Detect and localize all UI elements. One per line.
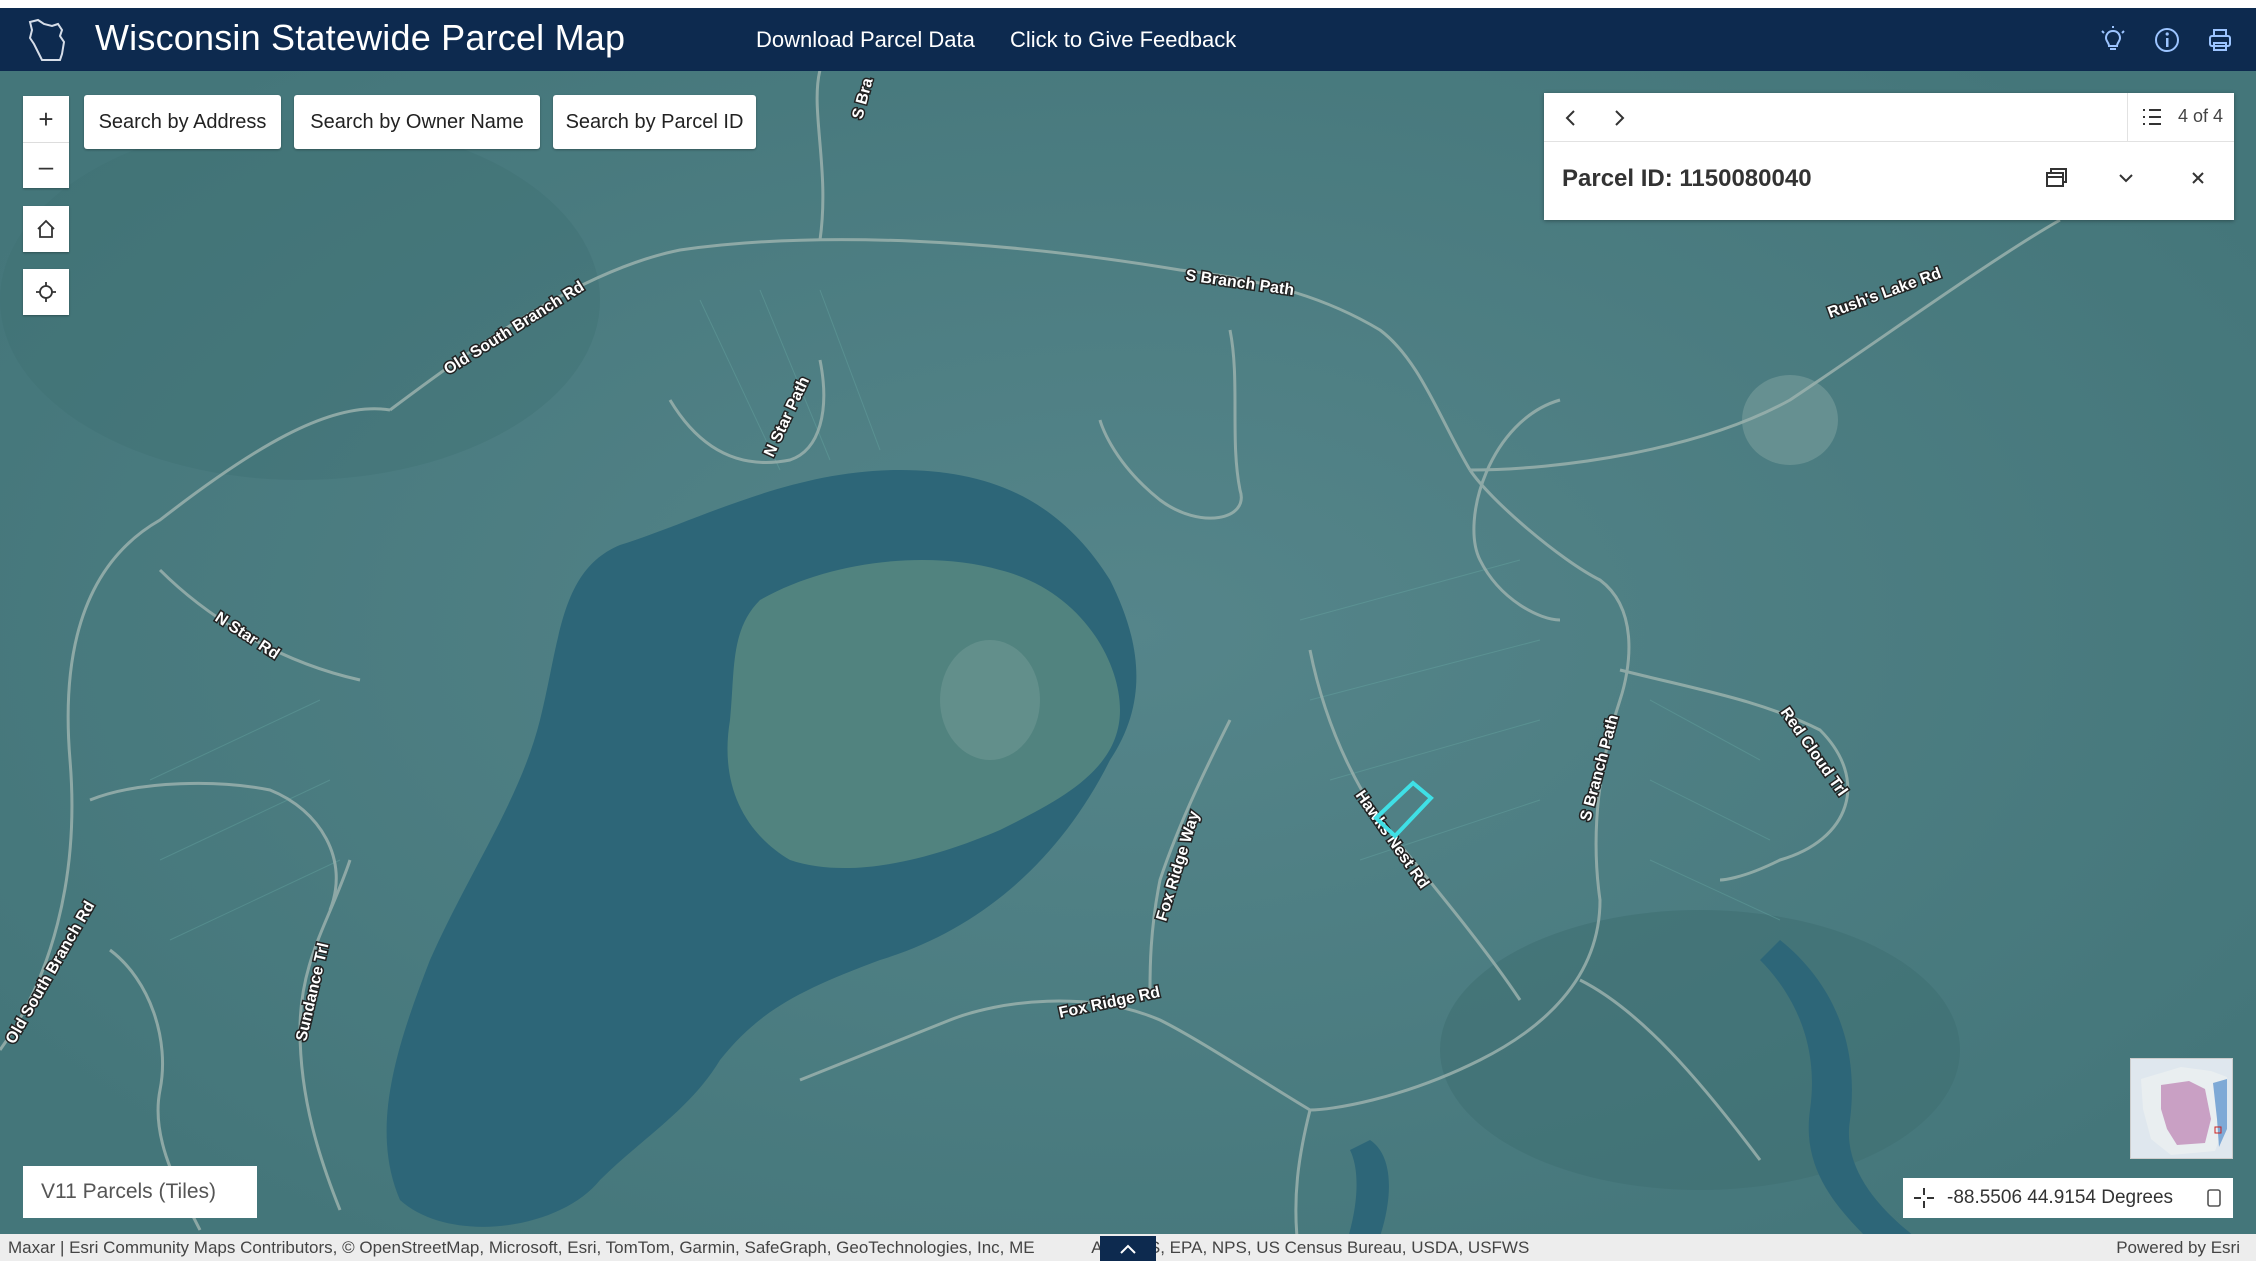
search-by-owner-name-button[interactable]: Search by Owner Name xyxy=(294,95,540,149)
search-by-address-button[interactable]: Search by Address xyxy=(84,95,281,149)
overview-map[interactable] xyxy=(2130,1058,2233,1159)
list-icon xyxy=(2143,109,2161,125)
map-canvas[interactable]: S Branch Path Old South Branch Rd N Star… xyxy=(0,71,2256,1234)
home-button[interactable] xyxy=(23,206,69,252)
powered-by-esri: Powered by Esri xyxy=(2116,1238,2240,1257)
map-view[interactable]: S Branch Path Old South Branch Rd N Star… xyxy=(0,71,2256,1234)
coordinate-text: -88.5506 44.9154 Degrees xyxy=(1947,1187,2174,1208)
print-icon[interactable] xyxy=(2205,25,2235,55)
overview-map-canvas xyxy=(2131,1059,2232,1158)
layer-legend[interactable]: V11 Parcels (Tiles) xyxy=(23,1166,257,1218)
search-by-parcel-id-button[interactable]: Search by Parcel ID xyxy=(553,95,756,149)
home-icon xyxy=(37,219,55,238)
locate-button[interactable] xyxy=(23,269,69,315)
collapse-icon[interactable] xyxy=(2110,162,2142,194)
previous-feature-icon[interactable] xyxy=(1556,103,1586,133)
lightbulb-icon[interactable] xyxy=(2098,25,2128,55)
feature-popup: 4 of 4 Parcel ID: 1150080040 xyxy=(1544,93,2234,220)
copy-icon[interactable] xyxy=(2202,1187,2224,1209)
app-frame: S Branch Path Old South Branch Rd N Star… xyxy=(0,0,2256,1261)
app-header: Wisconsin Statewide Parcel Map Download … xyxy=(0,8,2256,71)
wisconsin-logo-icon xyxy=(28,18,66,61)
feature-list-button[interactable]: 4 of 4 xyxy=(2127,93,2235,141)
crosshair-icon xyxy=(1914,1188,1934,1208)
attribution-text: Maxar | Esri Community Maps Contributors… xyxy=(8,1238,1530,1257)
coordinate-readout[interactable]: -88.5506 44.9154 Degrees xyxy=(1903,1178,2233,1218)
attribution-bar: Maxar | Esri Community Maps Contributors… xyxy=(0,1234,2256,1261)
locate-icon xyxy=(36,282,56,302)
close-icon[interactable] xyxy=(2182,162,2214,194)
zoom-out-button[interactable]: – xyxy=(23,143,69,189)
give-feedback-link[interactable]: Click to Give Feedback xyxy=(1010,27,1236,53)
info-icon[interactable] xyxy=(2152,25,2182,55)
popup-title: Parcel ID: 1150080040 xyxy=(1562,165,1812,192)
zoom-control: + – xyxy=(23,96,69,188)
expand-attribution-button[interactable] xyxy=(1100,1236,1156,1261)
app-title: Wisconsin Statewide Parcel Map xyxy=(95,17,626,58)
dock-icon[interactable] xyxy=(2040,162,2072,194)
download-parcel-data-link[interactable]: Download Parcel Data xyxy=(756,27,975,53)
popup-header: 4 of 4 xyxy=(1544,93,2234,142)
next-feature-icon[interactable] xyxy=(1604,103,1634,133)
feature-count: 4 of 4 xyxy=(2178,106,2224,126)
zoom-in-button[interactable]: + xyxy=(23,96,69,143)
chevron-up-icon xyxy=(1120,1244,1136,1254)
